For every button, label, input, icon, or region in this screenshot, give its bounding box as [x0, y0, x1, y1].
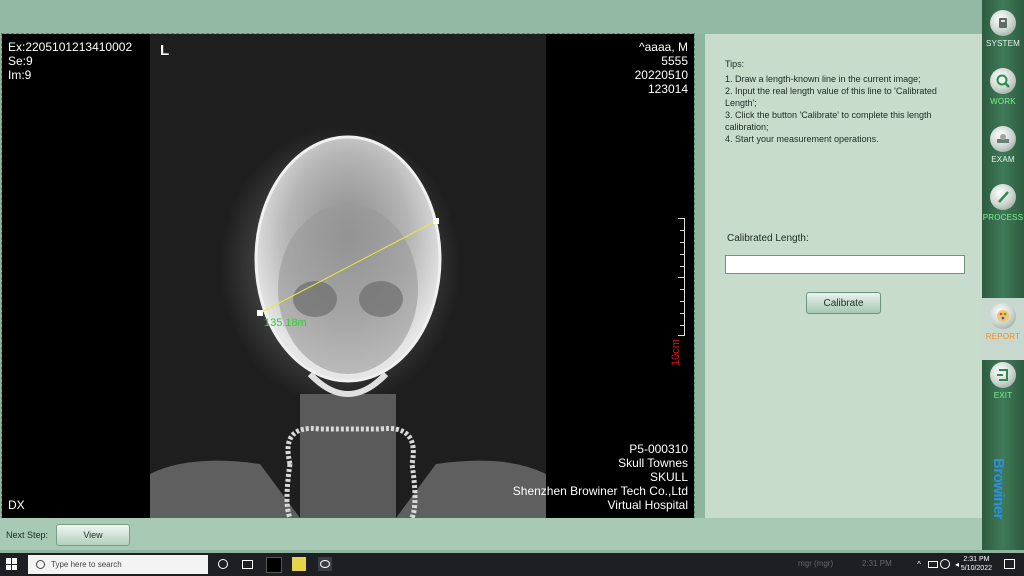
- image-number: Im:9: [8, 68, 32, 82]
- clock-date: 5/10/2022: [960, 565, 992, 572]
- ruler-tick: [680, 230, 684, 231]
- scale-label: 10cm: [670, 339, 682, 366]
- ruler-tick: [680, 325, 684, 326]
- measurement-value: 135.18m: [264, 317, 307, 329]
- windows-start-icon[interactable]: [6, 558, 18, 570]
- ruler-tick: [680, 242, 684, 243]
- body-part: SKULL: [649, 470, 688, 484]
- image-viewer[interactable]: 135.18m Ex:2205101213410002 Se:9 Im:9 ^a…: [1, 33, 695, 519]
- orientation-marker: L: [160, 42, 170, 59]
- patient-info-top-right: ^aaaa, M 5555 20220510 123014: [635, 40, 688, 96]
- patient-name: ^aaaa, M: [639, 40, 688, 54]
- notification-icon[interactable]: [1002, 557, 1016, 571]
- sidebar-item-exit[interactable]: EXIT: [982, 362, 1024, 400]
- app-icon-browiner[interactable]: [318, 557, 332, 571]
- ruler-tick: [680, 289, 684, 290]
- palette-icon: [990, 303, 1016, 329]
- ruler-tick: [680, 254, 684, 255]
- sidebar-label: EXIT: [993, 391, 1013, 400]
- calibrated-length-label: Calibrated Length:: [727, 233, 809, 244]
- tip-item: 2. Input the real length value of this l…: [725, 86, 937, 108]
- tips-title: Tips:: [725, 59, 745, 69]
- windows-taskbar: Type here to search mgr (mgr) 2:31 PM ^ …: [0, 553, 1024, 576]
- tips-section: Tips: 1. Draw a length-known line in the…: [725, 58, 965, 145]
- sidebar-label: EXAM: [991, 155, 1015, 164]
- tray-chevron-icon[interactable]: ^: [912, 557, 926, 571]
- sidebar-item-process[interactable]: PROCESS: [982, 184, 1024, 222]
- clock[interactable]: 2:31 PM 5/10/2022: [961, 555, 992, 573]
- sidebar-label: PROCESS: [982, 213, 1024, 222]
- wrench-icon: [990, 10, 1016, 36]
- ruler-tick: [680, 313, 684, 314]
- ruler-tick: [678, 277, 684, 278]
- series-number: Se:9: [8, 54, 33, 68]
- calibrated-length-input[interactable]: [725, 255, 965, 274]
- ruler-tick: [680, 266, 684, 267]
- app-icon-image[interactable]: [292, 557, 306, 571]
- pen-icon: [990, 184, 1016, 210]
- search-icon: [990, 68, 1016, 94]
- taskbar-search[interactable]: Type here to search: [28, 555, 208, 574]
- sidebar-item-system[interactable]: SYSTEM: [982, 10, 1024, 48]
- clock-time: 2:31 PM: [963, 556, 990, 563]
- ghost-time-text: 2:31 PM: [862, 559, 892, 568]
- study-info-bottom-right: P5-000310 Skull Townes SKULL Shenzhen Br…: [513, 442, 688, 512]
- cortana-icon[interactable]: [216, 557, 230, 571]
- brand-logo: Browiner: [990, 458, 1007, 520]
- exam-id: Ex:2205101213410002: [8, 40, 133, 54]
- ruler-tick: [678, 335, 684, 336]
- modality-label: DX: [8, 498, 25, 512]
- next-step-label: Next Step:: [6, 530, 49, 540]
- tip-item: 4. Start your measurement operations.: [725, 134, 879, 144]
- patient-id: 5555: [661, 54, 688, 68]
- ruler-tick: [678, 218, 684, 219]
- search-placeholder: Type here to search: [51, 560, 122, 569]
- calibration-panel: Tips: 1. Draw a length-known line in the…: [705, 34, 982, 518]
- top-bar: [0, 0, 982, 34]
- calibrate-button[interactable]: Calibrate: [806, 292, 881, 314]
- sidebar-item-work[interactable]: WORK: [982, 68, 1024, 106]
- measurement-line: [259, 220, 437, 314]
- view-name: Skull Townes: [618, 456, 688, 470]
- study-time: 123014: [647, 82, 688, 96]
- institution-name: Shenzhen Browiner Tech Co.,Ltd: [512, 484, 688, 498]
- sidebar-label: REPORT: [985, 332, 1021, 341]
- study-date: 20220510: [634, 68, 688, 82]
- hospital-name: Virtual Hospital: [607, 498, 688, 512]
- study-info-top-left: Ex:2205101213410002 Se:9 Im:9: [8, 40, 132, 82]
- exit-icon: [990, 362, 1016, 388]
- scale-ruler: [678, 218, 685, 336]
- ruler-tick: [680, 301, 684, 302]
- measurement-handle-end: [433, 218, 439, 224]
- search-icon: [36, 560, 45, 569]
- scanner-icon: [990, 126, 1016, 152]
- tip-item: 1. Draw a length-known line in the curre…: [725, 74, 921, 84]
- sidebar-item-report[interactable]: REPORT: [982, 298, 1024, 360]
- next-step-bar: Next Step: View: [0, 518, 982, 550]
- protocol-code: P5-000310: [629, 442, 688, 456]
- app-icon-terminal[interactable]: [266, 557, 282, 573]
- sidebar-label: WORK: [990, 97, 1016, 106]
- sidebar-item-exam[interactable]: EXAM: [982, 126, 1024, 164]
- tip-item: 3. Click the button 'Calibrate' to compl…: [725, 110, 932, 132]
- measurement-handle-start: [257, 310, 263, 316]
- view-button[interactable]: View: [56, 524, 130, 546]
- ghost-user-text: mgr (mgr): [798, 559, 834, 568]
- sidebar-label: SYSTEM: [985, 39, 1021, 48]
- task-view-icon[interactable]: [240, 557, 254, 571]
